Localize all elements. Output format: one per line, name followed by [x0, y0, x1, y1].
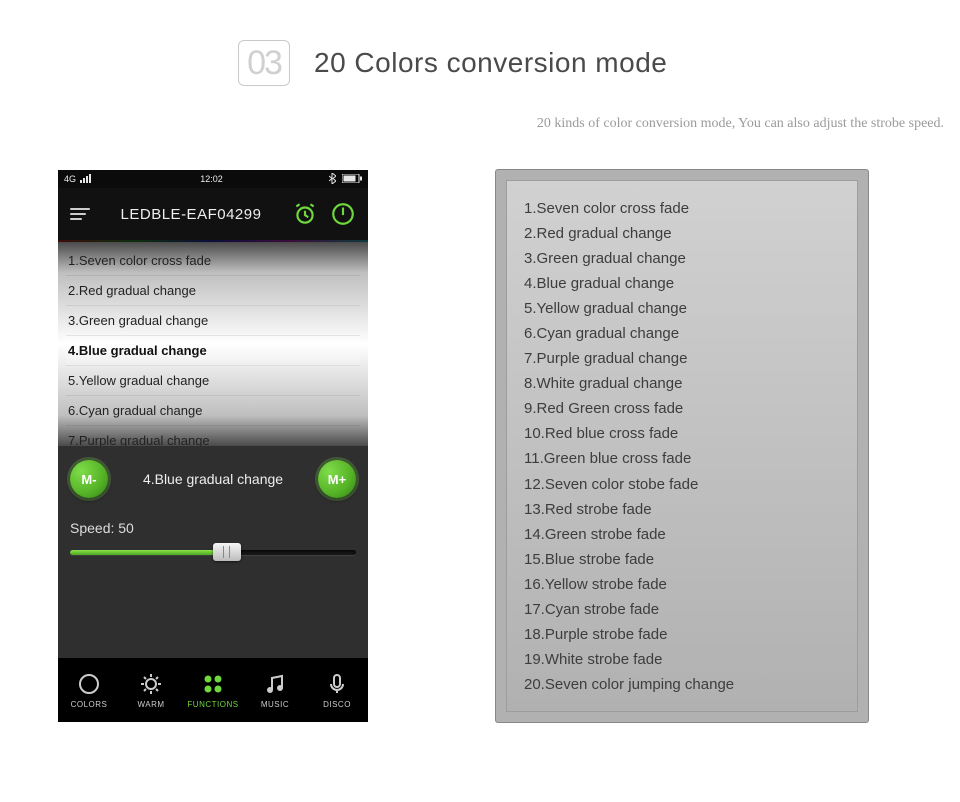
tab-music[interactable]: MUSIC [244, 658, 306, 722]
tab-label: WARM [137, 700, 164, 709]
list-item: 8.White gradual change [524, 371, 840, 396]
section-header: 03 20 Colors conversion mode [0, 0, 960, 86]
list-item: 13.Red strobe fade [524, 497, 840, 522]
tab-functions[interactable]: FUNCTIONS [182, 658, 244, 722]
status-bar: 4G 12:02 [58, 170, 368, 188]
list-item: 7.Purple gradual change [524, 346, 840, 371]
tab-disco[interactable]: DISCO [306, 658, 368, 722]
list-item: 20.Seven color jumping change [524, 672, 840, 697]
mic-icon [325, 672, 349, 696]
picker-item[interactable]: 6.Cyan gradual change [66, 396, 360, 426]
clock-label: 12:02 [200, 174, 223, 184]
tab-warm[interactable]: WARM [120, 658, 182, 722]
picker-item[interactable]: 3.Green gradual change [66, 306, 360, 336]
list-item: 3.Green gradual change [524, 246, 840, 271]
list-item: 19.White strobe fade [524, 647, 840, 672]
music-icon [263, 672, 287, 696]
list-item: 16.Yellow strobe fade [524, 572, 840, 597]
list-item: 18.Purple strobe fade [524, 622, 840, 647]
tab-colors[interactable]: COLORS [58, 658, 120, 722]
section-subtitle: 20 kinds of color conversion mode, You c… [0, 86, 960, 132]
modes-list: 1.Seven color cross fade 2.Red gradual c… [524, 196, 840, 697]
mode-picker[interactable]: 1.Seven color cross fade 2.Red gradual c… [58, 242, 368, 446]
list-item: 17.Cyan strobe fade [524, 597, 840, 622]
list-item: 5.Yellow gradual change [524, 296, 840, 321]
list-item: 4.Blue gradual change [524, 271, 840, 296]
list-item: 15.Blue strobe fade [524, 547, 840, 572]
list-item: 2.Red gradual change [524, 221, 840, 246]
picker-item[interactable]: 1.Seven color cross fade [66, 246, 360, 276]
list-item: 6.Cyan gradual change [524, 321, 840, 346]
current-mode-label: 4.Blue gradual change [143, 471, 283, 487]
picker-item[interactable]: 5.Yellow gradual change [66, 366, 360, 396]
slider-thumb[interactable] [213, 543, 241, 561]
tab-label: MUSIC [261, 700, 289, 709]
section-number-badge: 03 [238, 40, 290, 86]
alarm-icon[interactable] [292, 201, 318, 227]
picker-item-selected[interactable]: 4.Blue gradual change [66, 336, 360, 366]
bluetooth-icon [329, 173, 336, 186]
tab-label: DISCO [323, 700, 351, 709]
tab-bar: COLORS WARM FUNCTIONS MUSIC [58, 658, 368, 722]
palette-icon [77, 672, 101, 696]
section-title: 20 Colors conversion mode [314, 47, 667, 79]
modes-panel: 1.Seven color cross fade 2.Red gradual c… [496, 170, 868, 722]
controls-panel: M- 4.Blue gradual change M+ Speed: 50 [58, 446, 368, 658]
list-item: 1.Seven color cross fade [524, 196, 840, 221]
picker-item[interactable]: 7.Purple gradual change [66, 426, 360, 446]
battery-icon [342, 174, 362, 185]
speed-slider[interactable] [70, 542, 356, 562]
app-bar: LEDBLE-EAF04299 [58, 188, 368, 242]
grid-icon [201, 672, 225, 696]
menu-icon[interactable] [70, 208, 90, 220]
list-item: 14.Green strobe fade [524, 522, 840, 547]
mode-next-button[interactable]: M+ [318, 460, 356, 498]
list-item: 10.Red blue cross fade [524, 421, 840, 446]
tab-label: COLORS [71, 700, 108, 709]
mode-prev-button[interactable]: M- [70, 460, 108, 498]
list-item: 9.Red Green cross fade [524, 396, 840, 421]
speed-label: Speed: 50 [70, 520, 356, 536]
device-name: LEDBLE-EAF04299 [102, 206, 280, 223]
sun-icon [139, 672, 163, 696]
signal-icon [80, 174, 94, 185]
list-item: 11.Green blue cross fade [524, 446, 840, 471]
picker-item[interactable]: 2.Red gradual change [66, 276, 360, 306]
carrier-label: 4G [64, 174, 76, 184]
power-icon[interactable] [330, 201, 356, 227]
phone-screenshot: 4G 12:02 LEDBLE-EAF04299 [58, 170, 368, 722]
tab-label: FUNCTIONS [187, 700, 238, 709]
list-item: 12.Seven color stobe fade [524, 472, 840, 497]
